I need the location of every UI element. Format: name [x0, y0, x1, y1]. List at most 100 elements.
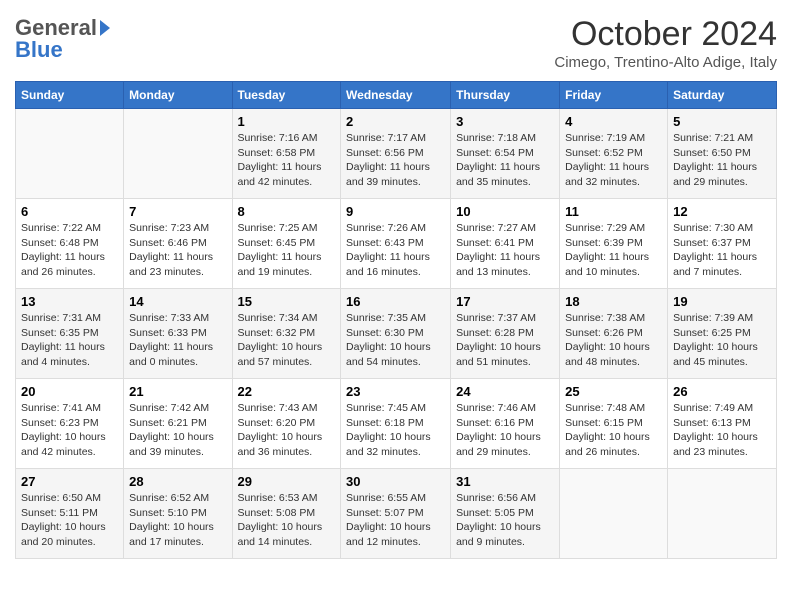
- calendar-cell: 29Sunrise: 6:53 AM Sunset: 5:08 PM Dayli…: [232, 469, 341, 559]
- day-number: 19: [673, 294, 771, 309]
- day-number: 22: [238, 384, 336, 399]
- day-info: Sunrise: 7:23 AM Sunset: 6:46 PM Dayligh…: [129, 221, 226, 280]
- calendar-cell: 13 Sunrise: 7:31 AM Sunset: 6:35 PM Dayli…: [16, 289, 124, 379]
- calendar-cell: [668, 469, 777, 559]
- day-number: 3: [456, 114, 554, 129]
- calendar-cell: 14 Sunrise: 7:33 AM Sunset: 6:33 PM Dayli…: [124, 289, 232, 379]
- calendar-cell: [16, 109, 124, 199]
- calendar-cell: 9 Sunrise: 7:26 AM Sunset: 6:43 PM Daylig…: [341, 199, 451, 289]
- day-number: 25: [565, 384, 662, 399]
- day-number: 8: [238, 204, 336, 219]
- day-info: Sunrise: 7:25 AM Sunset: 6:45 PM Dayligh…: [238, 221, 336, 280]
- day-number: 20: [21, 384, 118, 399]
- week-row-2: 6Sunrise: 7:22 AM Sunset: 6:48 PM Daylig…: [16, 199, 777, 289]
- day-info: Sunrise: 6:56 AM Sunset: 5:05 PM Dayligh…: [456, 491, 554, 550]
- day-info: Sunrise: 7:27 AM Sunset: 6:41 PM Dayligh…: [456, 221, 554, 280]
- day-info: Sunrise: 7:48 AM Sunset: 6:15 PM Dayligh…: [565, 401, 662, 460]
- day-info: Sunrise: 7:42 AM Sunset: 6:21 PM Dayligh…: [129, 401, 226, 460]
- day-number: 9: [346, 204, 445, 219]
- page-header: General Blue October 2024 Cimego, Trenti…: [15, 15, 777, 71]
- calendar-cell: 18 Sunrise: 7:38 AM Sunset: 6:26 PM Dayli…: [560, 289, 668, 379]
- header-saturday: Saturday: [668, 82, 777, 109]
- calendar-cell: 23Sunrise: 7:45 AM Sunset: 6:18 PM Dayli…: [341, 379, 451, 469]
- day-number: 11: [565, 204, 662, 219]
- day-info: Sunrise: 7:31 AM Sunset: 6:35 PM Dayligh…: [21, 311, 118, 370]
- location-subtitle: Cimego, Trentino-Alto Adige, Italy: [554, 54, 777, 71]
- header-monday: Monday: [124, 82, 232, 109]
- calendar-cell: 26 Sunrise: 7:49 AM Sunset: 6:13 PM Dayli…: [668, 379, 777, 469]
- day-info: Sunrise: 7:38 AM Sunset: 6:26 PM Dayligh…: [565, 311, 662, 370]
- calendar-cell: 27 Sunrise: 6:50 AM Sunset: 5:11 PM Dayli…: [16, 469, 124, 559]
- day-number: 16: [346, 294, 445, 309]
- header-sunday: Sunday: [16, 82, 124, 109]
- header-row: SundayMondayTuesdayWednesdayThursdayFrid…: [16, 82, 777, 109]
- day-info: Sunrise: 6:53 AM Sunset: 5:08 PM Dayligh…: [238, 491, 336, 550]
- day-number: 23: [346, 384, 445, 399]
- day-number: 30: [346, 474, 445, 489]
- day-info: Sunrise: 7:46 AM Sunset: 6:16 PM Dayligh…: [456, 401, 554, 460]
- calendar-cell: 8 Sunrise: 7:25 AM Sunset: 6:45 PM Daylig…: [232, 199, 341, 289]
- day-info: Sunrise: 7:29 AM Sunset: 6:39 PM Dayligh…: [565, 221, 662, 280]
- calendar-cell: 10Sunrise: 7:27 AM Sunset: 6:41 PM Dayli…: [451, 199, 560, 289]
- day-info: Sunrise: 7:17 AM Sunset: 6:56 PM Dayligh…: [346, 131, 445, 190]
- calendar-cell: 16 Sunrise: 7:35 AM Sunset: 6:30 PM Dayli…: [341, 289, 451, 379]
- header-wednesday: Wednesday: [341, 82, 451, 109]
- day-number: 24: [456, 384, 554, 399]
- calendar-cell: 17 Sunrise: 7:37 AM Sunset: 6:28 PM Dayli…: [451, 289, 560, 379]
- logo: General Blue: [15, 15, 110, 63]
- calendar-cell: 6Sunrise: 7:22 AM Sunset: 6:48 PM Daylig…: [16, 199, 124, 289]
- day-info: Sunrise: 7:21 AM Sunset: 6:50 PM Dayligh…: [673, 131, 771, 190]
- week-row-3: 13 Sunrise: 7:31 AM Sunset: 6:35 PM Dayli…: [16, 289, 777, 379]
- day-number: 4: [565, 114, 662, 129]
- week-row-4: 20 Sunrise: 7:41 AM Sunset: 6:23 PM Dayli…: [16, 379, 777, 469]
- logo-arrow-icon: [100, 20, 110, 36]
- calendar-cell: 15 Sunrise: 7:34 AM Sunset: 6:32 PM Dayli…: [232, 289, 341, 379]
- day-number: 2: [346, 114, 445, 129]
- day-info: Sunrise: 7:41 AM Sunset: 6:23 PM Dayligh…: [21, 401, 118, 460]
- day-number: 17: [456, 294, 554, 309]
- day-number: 28: [129, 474, 226, 489]
- day-info: Sunrise: 7:16 AM Sunset: 6:58 PM Dayligh…: [238, 131, 336, 190]
- header-tuesday: Tuesday: [232, 82, 341, 109]
- calendar-cell: 25 Sunrise: 7:48 AM Sunset: 6:15 PM Dayli…: [560, 379, 668, 469]
- day-number: 13: [21, 294, 118, 309]
- day-number: 1: [238, 114, 336, 129]
- day-number: 5: [673, 114, 771, 129]
- calendar-cell: [124, 109, 232, 199]
- day-info: Sunrise: 7:49 AM Sunset: 6:13 PM Dayligh…: [673, 401, 771, 460]
- calendar-cell: 24 Sunrise: 7:46 AM Sunset: 6:16 PM Dayli…: [451, 379, 560, 469]
- day-info: Sunrise: 7:26 AM Sunset: 6:43 PM Dayligh…: [346, 221, 445, 280]
- calendar-cell: [560, 469, 668, 559]
- day-info: Sunrise: 6:50 AM Sunset: 5:11 PM Dayligh…: [21, 491, 118, 550]
- day-number: 6: [21, 204, 118, 219]
- day-info: Sunrise: 7:30 AM Sunset: 6:37 PM Dayligh…: [673, 221, 771, 280]
- day-info: Sunrise: 6:52 AM Sunset: 5:10 PM Dayligh…: [129, 491, 226, 550]
- day-number: 26: [673, 384, 771, 399]
- day-info: Sunrise: 7:33 AM Sunset: 6:33 PM Dayligh…: [129, 311, 226, 370]
- day-info: Sunrise: 7:37 AM Sunset: 6:28 PM Dayligh…: [456, 311, 554, 370]
- day-number: 31: [456, 474, 554, 489]
- calendar-cell: 5 Sunrise: 7:21 AM Sunset: 6:50 PM Daylig…: [668, 109, 777, 199]
- logo-blue: Blue: [15, 37, 63, 63]
- day-number: 27: [21, 474, 118, 489]
- calendar-cell: 12Sunrise: 7:30 AM Sunset: 6:37 PM Dayli…: [668, 199, 777, 289]
- header-friday: Friday: [560, 82, 668, 109]
- day-number: 15: [238, 294, 336, 309]
- calendar-cell: 21Sunrise: 7:42 AM Sunset: 6:21 PM Dayli…: [124, 379, 232, 469]
- day-number: 7: [129, 204, 226, 219]
- day-info: Sunrise: 7:34 AM Sunset: 6:32 PM Dayligh…: [238, 311, 336, 370]
- calendar-cell: 28 Sunrise: 6:52 AM Sunset: 5:10 PM Dayli…: [124, 469, 232, 559]
- week-row-5: 27 Sunrise: 6:50 AM Sunset: 5:11 PM Dayli…: [16, 469, 777, 559]
- day-number: 14: [129, 294, 226, 309]
- day-number: 18: [565, 294, 662, 309]
- calendar-cell: 30 Sunrise: 6:55 AM Sunset: 5:07 PM Dayli…: [341, 469, 451, 559]
- calendar-cell: 1 Sunrise: 7:16 AM Sunset: 6:58 PM Daylig…: [232, 109, 341, 199]
- day-info: Sunrise: 7:35 AM Sunset: 6:30 PM Dayligh…: [346, 311, 445, 370]
- day-info: Sunrise: 7:39 AM Sunset: 6:25 PM Dayligh…: [673, 311, 771, 370]
- day-info: Sunrise: 7:18 AM Sunset: 6:54 PM Dayligh…: [456, 131, 554, 190]
- calendar-cell: 2 Sunrise: 7:17 AM Sunset: 6:56 PM Daylig…: [341, 109, 451, 199]
- day-info: Sunrise: 7:43 AM Sunset: 6:20 PM Dayligh…: [238, 401, 336, 460]
- calendar-cell: 31 Sunrise: 6:56 AM Sunset: 5:05 PM Dayli…: [451, 469, 560, 559]
- day-info: Sunrise: 6:55 AM Sunset: 5:07 PM Dayligh…: [346, 491, 445, 550]
- calendar-cell: 11 Sunrise: 7:29 AM Sunset: 6:39 PM Dayli…: [560, 199, 668, 289]
